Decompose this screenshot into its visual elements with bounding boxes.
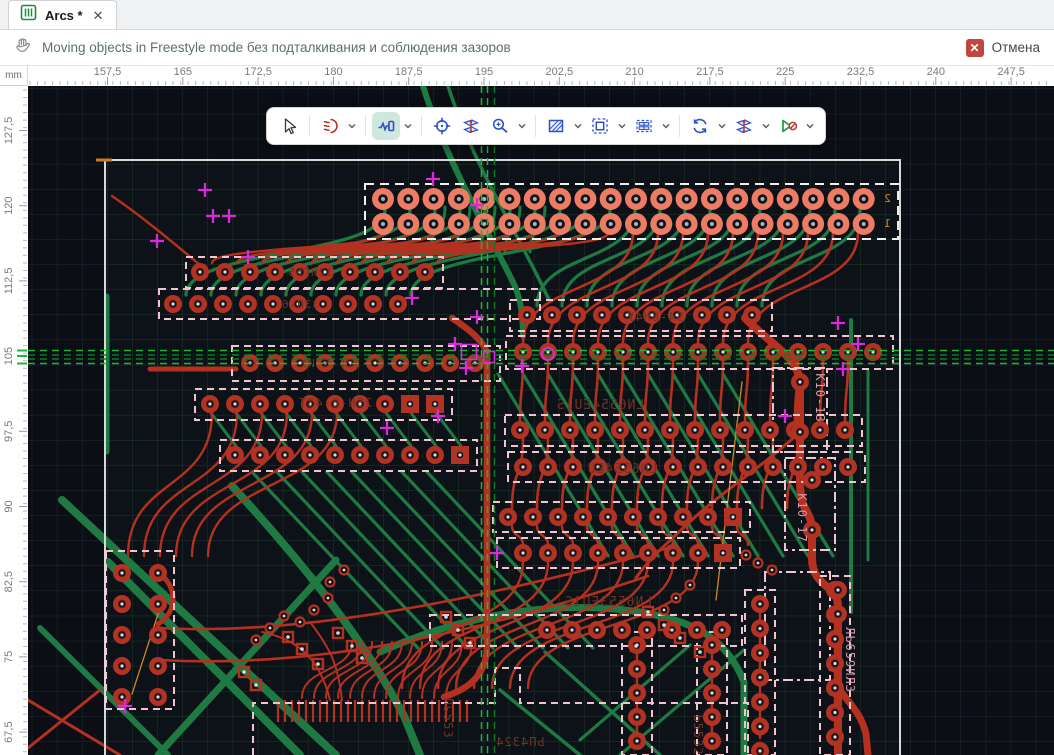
notification-message: Moving objects in Freestyle mode без под…: [42, 40, 511, 55]
chevron-down-icon[interactable]: [615, 112, 629, 140]
svg-text:67,5: 67,5: [3, 721, 15, 742]
chevron-down-icon[interactable]: [803, 112, 817, 140]
board-outline-icon: [590, 116, 610, 136]
magnifier-icon: [490, 116, 510, 136]
run-check-icon: [778, 116, 798, 136]
toolbar-separator: [309, 115, 310, 137]
zoom-tool[interactable]: [486, 112, 514, 140]
pcb-editor-window: Arcs * ✕ Moving objects in Freestyle mod…: [0, 0, 1054, 755]
svg-text:75: 75: [3, 651, 15, 663]
svg-text:Ль553: Ль553: [441, 697, 455, 738]
svg-text:ЛЬ659ИЛ3: ЛЬ659ИЛ3: [843, 627, 857, 693]
svg-text:217,5: 217,5: [696, 66, 724, 78]
floating-toolbar: [266, 107, 826, 145]
svg-text:232,5: 232,5: [847, 66, 875, 78]
svg-text:187,5: 187,5: [395, 66, 423, 78]
svg-text:202,5: 202,5: [546, 66, 574, 78]
cancel-label: Отмена: [992, 40, 1040, 55]
vertical-ruler: 127,5 120 112,5 105 97,5 90 82,5 75 67,5: [0, 86, 28, 755]
toolbar-separator: [679, 115, 680, 137]
svg-text:247,5: 247,5: [997, 66, 1025, 78]
svg-text:2: 2: [883, 192, 891, 205]
cancel-button[interactable]: ✕ Отмена: [966, 39, 1040, 57]
placement-table-tool[interactable]: [630, 112, 658, 140]
svg-text:K10-17: K10-17: [795, 493, 809, 542]
svg-text:157,5: 157,5: [94, 66, 122, 78]
toolbar-separator: [421, 115, 422, 137]
close-icon[interactable]: ✕: [91, 8, 106, 23]
svg-text:82,5: 82,5: [3, 571, 15, 592]
svg-text:165: 165: [174, 66, 192, 78]
measure-icon: [461, 116, 481, 136]
horizontal-ruler: 157,5 165 172,5 180 187,5 195 202,5 210 217,5 225…: [28, 66, 1054, 86]
svg-text:240: 240: [927, 66, 945, 78]
svg-text:97,5: 97,5: [3, 421, 15, 442]
svg-text:225: 225: [776, 66, 794, 78]
table-icon: [634, 116, 654, 136]
svg-text:LN655ЗЕU1S: LN655ЗЕU1S: [564, 595, 652, 610]
update-tool[interactable]: [686, 112, 714, 140]
chevron-down-icon[interactable]: [515, 112, 529, 140]
run-check-tool[interactable]: [774, 112, 802, 140]
ruler-unit: mm: [0, 66, 28, 86]
layers-measure-tool[interactable]: [730, 112, 758, 140]
measure-layers-icon: [734, 116, 754, 136]
measure-tool[interactable]: [457, 112, 485, 140]
select-tool[interactable]: [275, 112, 303, 140]
notification-bar: Moving objects in Freestyle mode без под…: [0, 30, 1054, 66]
svg-text:210: 210: [625, 66, 643, 78]
svg-text:ЬП4324: ЬП4324: [495, 735, 544, 749]
svg-text:120: 120: [3, 197, 15, 215]
refresh-icon: [690, 116, 710, 136]
pcb-canvas[interactable]: LN6554EU1SLN6554EU54-6Н4У32ИГ65ЗЗП-632Г-…: [28, 86, 1054, 755]
svg-text:127,5: 127,5: [3, 117, 15, 145]
route-tool[interactable]: [316, 112, 344, 140]
board-outline-tool[interactable]: [586, 112, 614, 140]
svg-text:105: 105: [3, 347, 15, 365]
tab-bar: Arcs * ✕: [0, 0, 1054, 30]
tab-title: Arcs *: [45, 8, 83, 23]
copper-pour-tool[interactable]: [542, 112, 570, 140]
toolbar-separator: [365, 115, 366, 137]
cursor-icon: [279, 116, 299, 136]
svg-text:195: 195: [475, 66, 493, 78]
pcb-icon: [20, 4, 37, 26]
route-icon: [320, 116, 340, 136]
snap-origin-tool[interactable]: [428, 112, 456, 140]
svg-text:32ИГ65: 32ИГ65: [287, 266, 333, 279]
svg-text:54-6Н4У: 54-6Н4У: [626, 310, 684, 324]
svg-text:Ь5532: Ь5532: [691, 714, 705, 755]
chevron-down-icon[interactable]: [401, 112, 415, 140]
chevron-down-icon[interactable]: [715, 112, 729, 140]
svg-text:25Н-6-43Т: 25Н-6-43Т: [298, 396, 372, 410]
chevron-down-icon[interactable]: [345, 112, 359, 140]
chevron-down-icon[interactable]: [759, 112, 773, 140]
freestyle-move-tool[interactable]: [372, 112, 400, 140]
svg-text:LN6554EU1S: LN6554EU1S: [556, 398, 644, 413]
tab-arcs[interactable]: Arcs * ✕: [8, 0, 117, 29]
svg-text:90: 90: [3, 500, 15, 512]
chevron-down-icon[interactable]: [571, 112, 585, 140]
chevron-down-icon[interactable]: [659, 112, 673, 140]
svg-text:LN6554EU: LN6554EU: [587, 462, 658, 477]
svg-text:1: 1: [883, 217, 891, 230]
copper-pour-icon: [546, 116, 566, 136]
freestyle-move-icon: [376, 116, 396, 136]
cancel-x-icon[interactable]: ✕: [966, 39, 984, 57]
svg-text:180: 180: [324, 66, 342, 78]
svg-text:ЗЗП-6: ЗЗП-6: [281, 298, 319, 311]
toolbar-separator: [535, 115, 536, 137]
svg-text:K10-13: K10-13: [813, 373, 827, 422]
svg-text:172,5: 172,5: [244, 66, 272, 78]
hand-icon: [14, 36, 32, 59]
crosshair-icon: [432, 116, 452, 136]
svg-text:112,5: 112,5: [3, 268, 15, 295]
